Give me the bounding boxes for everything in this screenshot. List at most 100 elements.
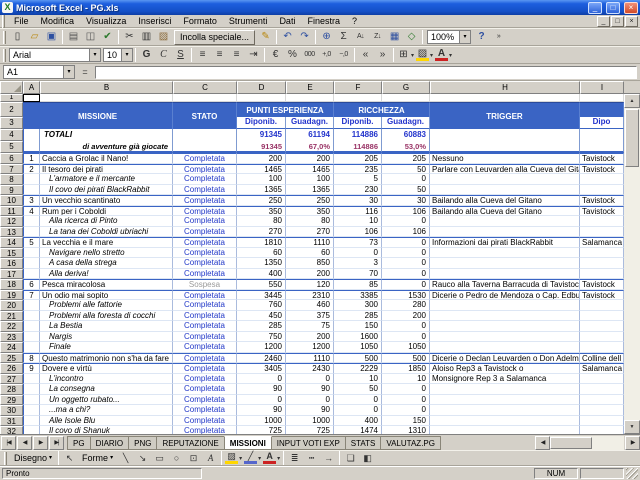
scroll-up-icon[interactable]: ▲ [624,94,640,108]
increase-indent-icon[interactable]: » [374,47,391,63]
grid-cell[interactable] [580,129,624,141]
grid-cell[interactable]: 460 [286,300,334,311]
grid-cell[interactable] [23,258,40,269]
row-header-23[interactable]: 23 [0,331,23,342]
grid-cell[interactable]: 0 [382,279,430,290]
grid-cell[interactable]: 3 [23,195,40,206]
paste-special-button[interactable]: Incolla speciale... [174,29,256,45]
grid-cell[interactable]: Il covo dei pirati BlackRabbit [40,184,173,195]
format-painter-icon[interactable]: ✎ [257,29,274,45]
grid-cell[interactable]: 0 [334,247,382,258]
redo-icon[interactable]: ↷ [296,29,313,45]
grid-cell[interactable]: Completata [173,184,237,195]
grid-cell[interactable]: di avventure già giocate [40,141,173,153]
grid-cell[interactable]: Completata [173,195,237,206]
grid-cell[interactable] [23,174,40,185]
grid-cell[interactable] [23,216,40,227]
row-header-25[interactable]: 25 [0,352,23,363]
column-header-f[interactable]: F [334,81,382,94]
grid-cell[interactable]: 1365 [286,184,334,195]
grid-cell[interactable]: 0 [286,394,334,405]
print-preview-icon[interactable]: ◫ [82,29,99,45]
grid-cell[interactable]: Tavistock [580,289,624,300]
grid-cell[interactable]: Salamanca [580,237,624,248]
grid-cell[interactable]: Completata [173,216,237,227]
drawing-menu-button[interactable]: Disegno ▾ [10,451,56,465]
grid-cell[interactable] [580,321,624,332]
drawing-icon[interactable]: ◇ [403,29,420,45]
row-header-27[interactable]: 27 [0,373,23,384]
grid-cell[interactable]: 1110 [286,237,334,248]
grid-cell[interactable] [23,331,40,342]
grid-cell[interactable] [580,405,624,416]
column-header-h[interactable]: H [430,81,580,94]
grid-cell[interactable]: 2310 [286,289,334,300]
grid-cell[interactable]: 3 [334,258,382,269]
grid-cell[interactable]: 61194 [286,129,334,141]
grid-cell[interactable]: Questo matrimonio non s'ha da fare [40,352,173,363]
grid-cell[interactable]: 400 [237,268,286,279]
grid-cell[interactable] [580,247,624,258]
grid-cell[interactable]: Informazioni dai pirati BlackRabbit [430,237,580,248]
tab-pg[interactable]: PG [67,436,91,450]
bold-icon[interactable]: G [138,47,155,63]
grid-cell[interactable]: 0 [382,384,430,395]
maximize-button[interactable]: □ [606,1,620,14]
currency-icon[interactable]: € [267,47,284,63]
grid-cell[interactable] [23,321,40,332]
dropdown-arrow-icon[interactable]: ▾ [89,49,100,61]
font-size-combo[interactable]: 10 ▾ [103,48,133,62]
tab-reputazione[interactable]: REPUTAZIONE [156,436,225,450]
grid-cell[interactable]: Sospesa [173,279,237,290]
grid-cell[interactable]: 270 [286,226,334,237]
vertical-scroll-thumb[interactable] [625,109,639,167]
grid-cell[interactable]: 8 [23,352,40,363]
vertical-scrollbar[interactable]: ▲ ▼ [624,94,640,434]
shapes-menu-button[interactable]: Forme ▾ [78,451,117,465]
column-header-e[interactable]: E [286,81,334,94]
grid-cell[interactable]: Dicerie o Pedro de Mendoza o Cap. Edburg [430,289,580,300]
grid-cell[interactable] [580,384,624,395]
text-box-icon[interactable]: ⊡ [185,451,202,465]
grid-cell[interactable] [580,415,624,426]
table-header-cell[interactable]: RICCHEZZA [334,102,430,117]
grid-cell[interactable]: Completata [173,384,237,395]
grid-cell[interactable]: 114886 [334,129,382,141]
autosum-icon[interactable]: Σ [335,29,352,45]
scroll-right-icon[interactable]: ▶ [625,436,640,450]
shadow-icon[interactable]: ❏ [342,451,359,465]
grid-cell[interactable]: Dovere e virtù [40,363,173,374]
grid-cell[interactable]: Tavistock [580,163,624,174]
grid-cell[interactable]: 60 [286,247,334,258]
grid-cell[interactable]: 10 [382,373,430,384]
grid-cell[interactable]: Un vecchio scantinato [40,195,173,206]
grid-cell[interactable] [430,247,580,258]
grid-cell[interactable]: Alla deriva! [40,268,173,279]
grid-cell[interactable]: 1350 [237,258,286,269]
row-header-4[interactable]: 4 [0,129,23,141]
row-header-15[interactable]: 15 [0,247,23,258]
grid-cell[interactable]: 106 [382,226,430,237]
grid-cell[interactable]: 0 [334,394,382,405]
row-header-2[interactable]: 2 [0,102,23,117]
sub-header-cell[interactable]: Diponib. [237,117,286,129]
menu-modifica[interactable]: Modifica [35,15,81,28]
grid-cell[interactable]: Completata [173,205,237,216]
grid-cell[interactable]: 80 [237,216,286,227]
undo-icon[interactable]: ↶ [279,29,296,45]
grid-cell[interactable]: Completata [173,153,237,164]
grid-cell[interactable] [23,415,40,426]
row-header-24[interactable]: 24 [0,342,23,353]
grid-cell[interactable] [430,258,580,269]
grid-cell[interactable]: 1 [23,153,40,164]
grid-cell[interactable]: Bailando alla Cueva del Gitano [430,205,580,216]
grid-cell[interactable] [40,94,173,102]
italic-icon[interactable]: C [155,47,172,63]
grid-cell[interactable] [23,94,40,102]
grid-cell[interactable]: La Bestia [40,321,173,332]
tab-missioni[interactable]: MISSIONI [223,436,272,450]
grid-cell[interactable]: 90 [286,384,334,395]
grid-cell[interactable]: 1600 [334,331,382,342]
draw-font-color-icon[interactable]: A ▾ [262,451,281,465]
grid-cell[interactable]: 6 [23,279,40,290]
